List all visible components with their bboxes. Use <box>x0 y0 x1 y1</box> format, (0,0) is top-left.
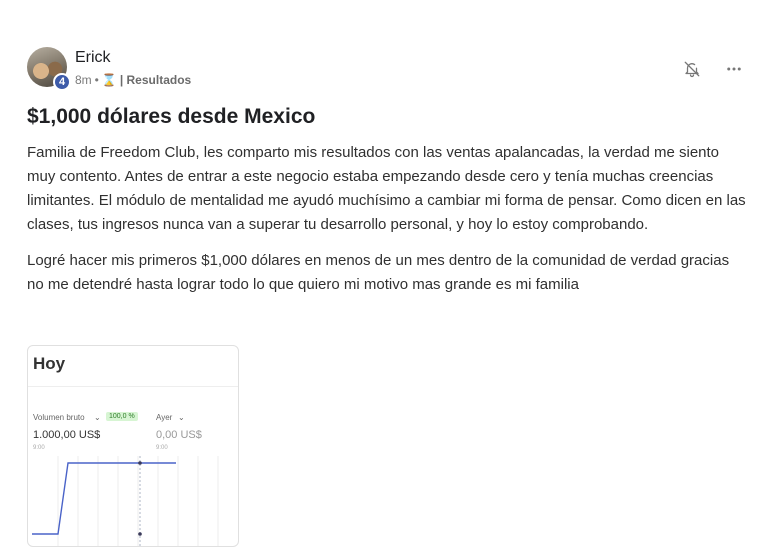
series-point <box>138 532 142 536</box>
compare-time: 9:00 <box>156 445 168 451</box>
hourglass-icon: ⌛ <box>101 73 117 87</box>
attachment-image[interactable]: Hoy Volumen bruto ⌄ 100,0 % Ayer ⌄ 1.000… <box>27 345 239 547</box>
post-header: 4 Erick 8m • ⌛ | Resultados <box>27 47 747 91</box>
series-point <box>138 461 142 465</box>
more-horizontal-icon[interactable] <box>724 59 744 79</box>
post-meta: 8m • ⌛ | Resultados <box>75 73 191 87</box>
bell-off-icon[interactable] <box>682 59 702 79</box>
gross-volume-label: Volumen bruto <box>33 413 85 422</box>
gross-volume-value: 1.000,00 US$ <box>33 429 101 441</box>
sales-line-chart <box>32 456 219 546</box>
chevron-down-icon: ⌄ <box>94 413 101 422</box>
percent-badge: 100,0 % <box>106 412 138 421</box>
divider <box>28 386 238 387</box>
chevron-down-icon: ⌄ <box>178 413 185 422</box>
post-paragraph: Logré hacer mis primeros $1,000 dólares … <box>27 252 730 293</box>
meta-separator: • <box>94 73 99 87</box>
compare-label: Ayer <box>156 413 173 422</box>
post-actions <box>682 59 744 79</box>
time-ago: 8m <box>75 73 92 87</box>
gross-time: 9:00 <box>33 445 45 451</box>
post-title: $1,000 dólares desde Mexico <box>27 105 316 128</box>
post-paragraph: Familia de Freedom Club, les comparto mi… <box>27 144 746 233</box>
author-name[interactable]: Erick <box>75 49 111 67</box>
level-badge: 4 <box>53 73 71 91</box>
category-link[interactable]: | Resultados <box>120 73 191 87</box>
compare-value: 0,00 US$ <box>156 429 202 441</box>
attachment-title: Hoy <box>33 354 66 373</box>
post-card: 4 Erick 8m • ⌛ | Resultados $1,000 dólar… <box>27 47 747 547</box>
gross-volume-series <box>32 462 176 535</box>
